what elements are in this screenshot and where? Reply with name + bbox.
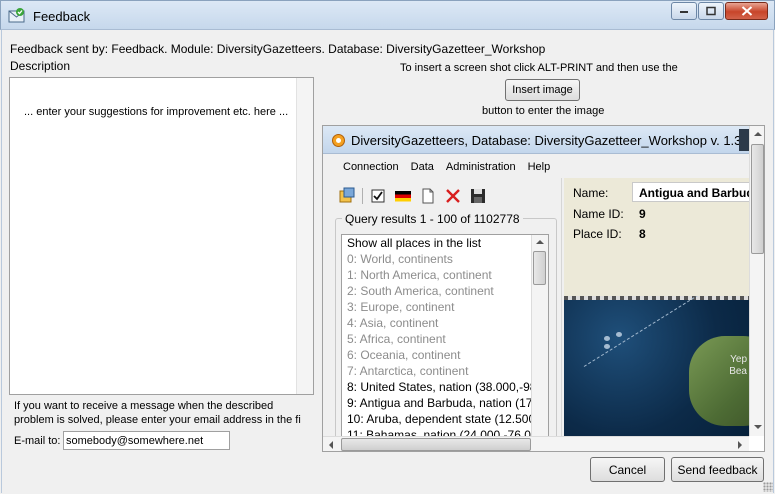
preview-menu-bar: Connection Data Administration Help [331,156,749,178]
send-feedback-button[interactable]: Send feedback [671,457,764,482]
map-label: Yep [730,354,747,365]
menu-data: Data [410,161,434,173]
title-bar: Feedback [0,0,775,30]
preview-title-bar: DiversityGazetteers, Database: Diversity… [323,126,749,154]
preview-vertical-scroll-thumb[interactable] [751,144,764,254]
menu-administration: Administration [445,161,516,173]
resize-grip-icon[interactable] [763,482,773,492]
preview-window-title: DiversityGazetteers, Database: Diversity… [351,133,749,148]
name-value: Antigua and Barbuda [639,186,749,200]
list-item: 9: Antigua and Barbuda, nation (17. [347,396,536,410]
menu-connection: Connection [343,161,399,173]
email-field[interactable] [63,431,230,450]
feedback-envelope-icon [8,7,25,24]
list-item: 3: Europe, continent [347,300,455,314]
list-item: Show all places in the list [347,236,482,250]
query-list-scroll-thumb [533,251,546,285]
window-title: Feedback [33,9,91,24]
map-label: Bea [729,366,747,377]
name-label: Name: [573,186,609,200]
cancel-button[interactable]: Cancel [590,457,665,482]
screenshot-hint-1: To insert a screen shot click ALT-PRINT … [400,62,678,74]
insert-image-button[interactable]: Insert image [505,79,580,101]
description-scrollbar[interactable] [296,78,313,394]
delete-icon [443,186,463,206]
query-icon [337,186,357,206]
list-item: 6: Oceania, continent [347,348,461,362]
name-value-box: Antigua and Barbuda [632,182,749,202]
german-flag-icon [393,186,413,206]
map-boundary-line [583,296,703,367]
description-label: Description [10,59,71,73]
list-item: 11: Bahamas, nation (24.000,-76.00 [347,428,538,436]
preview-title-edge [739,129,749,151]
map-scale-bar [564,296,749,300]
map-island [604,344,610,349]
preview-window: DiversityGazetteers, Database: Diversity… [323,126,749,436]
preview-map: Yep Bea [564,296,749,436]
notify-instructions: If you want to receive a message when th… [14,399,314,427]
checkbox-icon [368,186,388,206]
preview-toolbar [337,186,493,206]
map-landmass [689,336,749,426]
name-id-label: Name ID: [573,207,624,221]
place-id-label: Place ID: [573,227,622,241]
list-item: 1: North America, continent [347,268,492,282]
save-icon [468,186,488,206]
query-results-label: Query results 1 - 100 of 1102778 [342,212,523,226]
preview-horizontal-scroll-thumb[interactable] [341,438,531,451]
place-id-value: 8 [639,227,646,241]
email-label: E-mail to: [14,435,61,447]
minimize-button[interactable] [671,2,697,20]
list-item: 8: United States, nation (38.000,-98 [347,380,537,394]
list-item: 10: Aruba, dependent state (12.500 [347,412,536,426]
screenshot-hint-2: button to enter the image [482,105,605,117]
list-item: 2: South America, continent [347,284,494,298]
map-island [616,332,622,337]
notify-line-1: If you want to receive a message when th… [14,400,274,412]
list-item: 0: World, continents [347,252,453,266]
close-button[interactable] [725,2,768,20]
new-document-icon [418,186,438,206]
description-textarea[interactable]: ... enter your suggestions for improveme… [9,77,314,395]
list-item: 5: Africa, continent [347,332,446,346]
gazetteer-app-icon [331,133,346,151]
notify-line-2: problem is solved, please enter your ema… [14,414,301,426]
map-island [604,336,610,341]
list-item: 4: Asia, continent [347,316,439,330]
feedback-info-line: Feedback sent by: Feedback. Module: Dive… [10,42,546,56]
list-item: 7: Antarctica, continent [347,364,469,378]
query-results-list: Show all places in the list 0: World, con… [341,234,549,436]
description-placeholder: ... enter your suggestions for improveme… [24,106,289,118]
toolbar-separator [362,188,363,204]
name-id-value: 9 [639,207,646,221]
menu-help: Help [527,161,551,173]
maximize-button[interactable] [698,2,724,20]
screenshot-preview: DiversityGazetteers, Database: Diversity… [322,125,765,452]
